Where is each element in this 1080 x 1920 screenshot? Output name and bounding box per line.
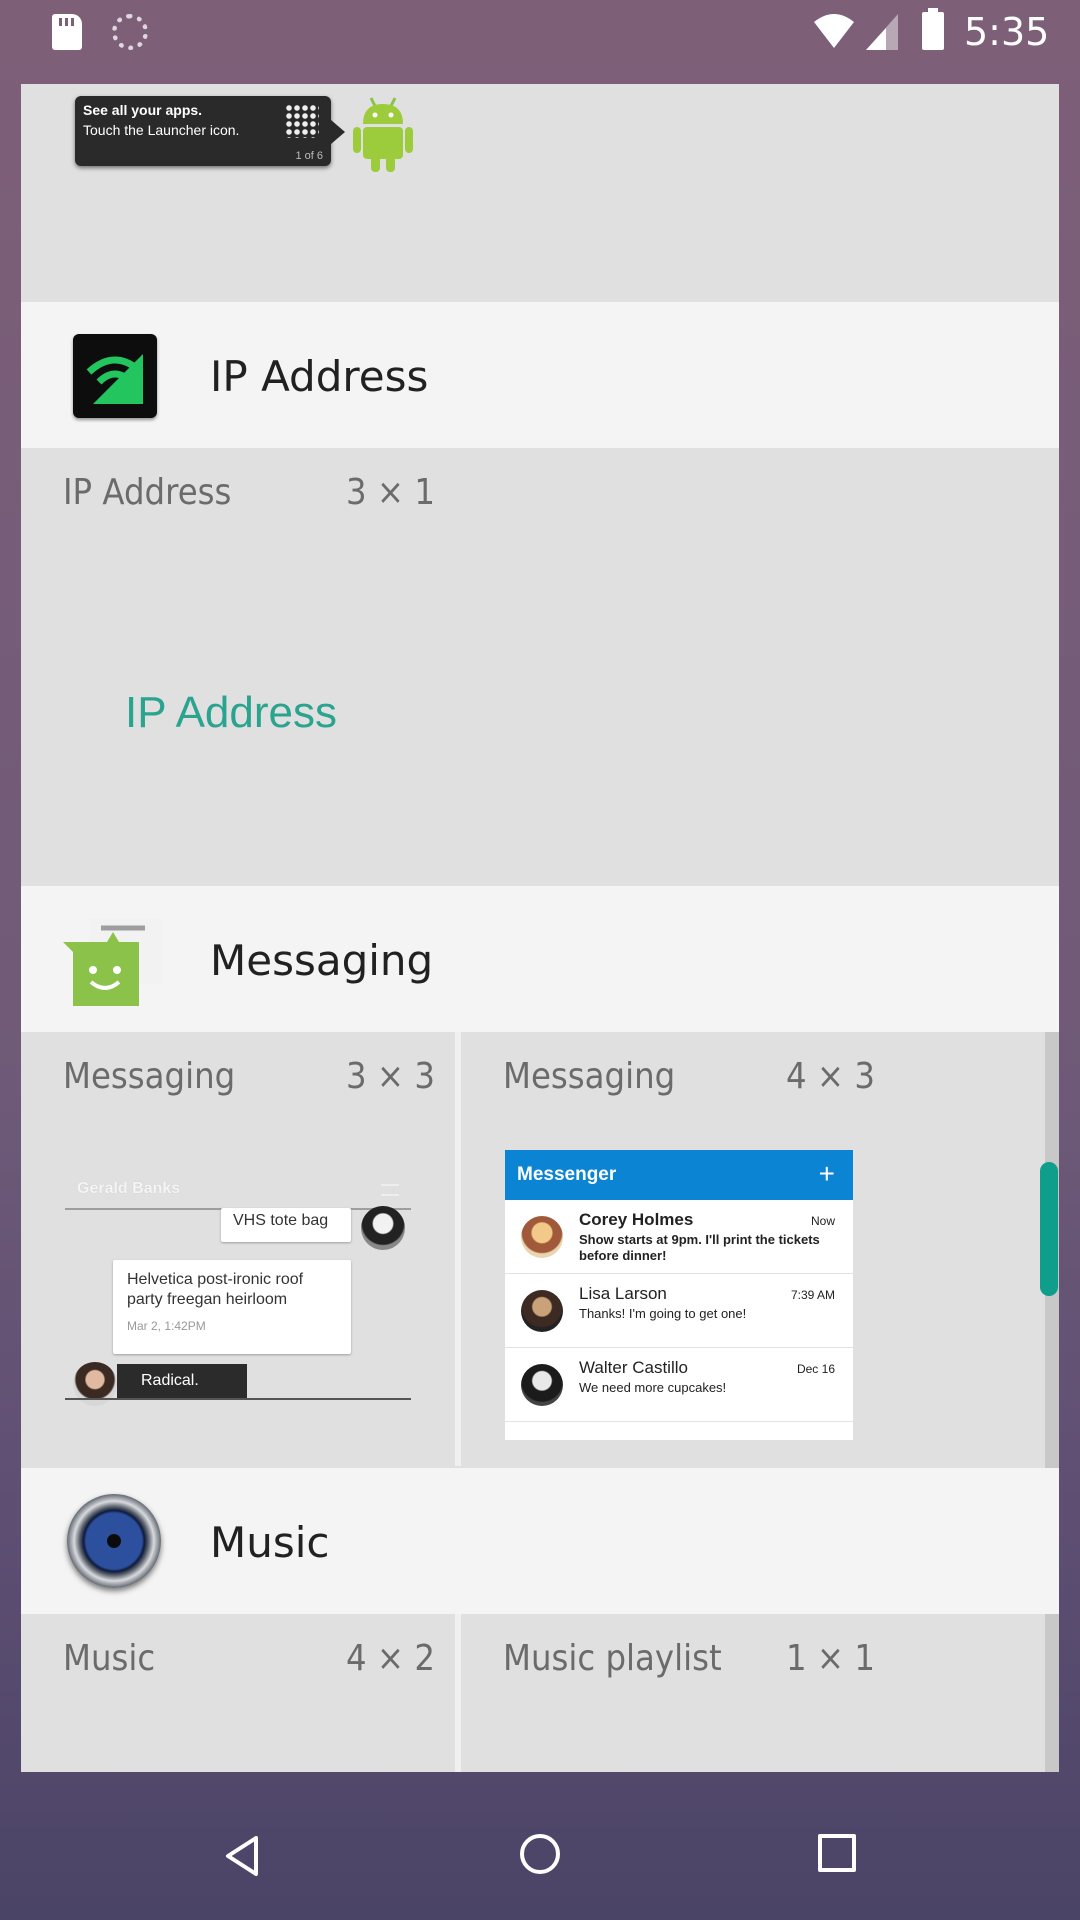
android-icon xyxy=(353,97,413,172)
thread-time: Dec 16 xyxy=(796,1362,835,1376)
widget-preview: Messenger + Corey Holmes Show starts at … xyxy=(505,1150,853,1440)
hint-title: See all your apps. xyxy=(83,102,203,118)
widget-size: 4 × 3 xyxy=(786,1056,875,1097)
sync-icon xyxy=(112,14,148,50)
avatar xyxy=(361,1206,405,1250)
thread-name: Walter Castillo xyxy=(579,1358,688,1377)
message-bubble: VHS tote bag xyxy=(221,1208,351,1242)
widget-messaging-3x3[interactable]: Messaging 3 × 3 Gerald Banks VHS tote ba… xyxy=(21,1032,455,1466)
chat-contact-name: Gerald Banks xyxy=(77,1180,181,1197)
music-icon xyxy=(67,1494,161,1588)
list-item: Lisa Larson Thanks! I'm going to get one… xyxy=(505,1274,853,1348)
signal-icon xyxy=(866,14,898,50)
app-title: IP Address xyxy=(210,352,429,401)
status-bar: 5:35 xyxy=(0,0,1080,66)
chat-header: Gerald Banks xyxy=(65,1172,411,1210)
home-icon[interactable] xyxy=(520,1834,560,1874)
divider xyxy=(65,1398,411,1400)
widget-size: 4 × 2 xyxy=(346,1638,435,1679)
ip-address-icon xyxy=(73,334,157,418)
recents-icon[interactable] xyxy=(818,1834,856,1872)
message-text: Helvetica post-ironic roof party freegan… xyxy=(127,1271,304,1308)
widget-name: Music xyxy=(63,1638,156,1679)
widget-list[interactable]: See all your apps. Touch the Launcher ic… xyxy=(21,84,1059,1772)
hint-counter: 1 of 6 xyxy=(295,150,323,162)
widget-ip-address[interactable]: IP Address 3 × 1 IP Address xyxy=(21,448,1059,888)
app-header-ip-address: IP Address xyxy=(21,302,1059,448)
hint-subtitle: Touch the Launcher icon. xyxy=(83,122,240,138)
thread-message: We need more cupcakes! xyxy=(579,1380,727,1395)
add-icon: + xyxy=(818,1158,835,1189)
back-icon[interactable] xyxy=(222,1834,262,1878)
sd-card-icon xyxy=(52,14,82,50)
app-title: Messaging xyxy=(210,936,434,985)
thread-time: 7:39 AM xyxy=(790,1288,835,1302)
battery-icon xyxy=(922,8,944,50)
widget-preview: Gerald Banks VHS tote bag Helvetica post… xyxy=(65,1172,411,1406)
thread-name: Corey Holmes xyxy=(579,1210,694,1229)
app-header-music: Music xyxy=(21,1468,1059,1614)
app-title: Music xyxy=(210,1518,330,1567)
scrollbar-thumb[interactable] xyxy=(1040,1162,1058,1296)
message-bubble: Helvetica post-ironic roof party freegan… xyxy=(113,1260,351,1354)
list-item: Walter Castillo We need more cupcakes! D… xyxy=(505,1348,853,1422)
message-timestamp: Mar 2, 1:42PM xyxy=(127,1319,206,1333)
thread-name: Lisa Larson xyxy=(579,1284,667,1303)
widget-size: 3 × 3 xyxy=(346,1056,435,1097)
widget-messaging-4x3[interactable]: Messaging 4 × 3 Messenger + Corey Holmes… xyxy=(461,1032,1045,1466)
messenger-title: Messenger xyxy=(517,1164,617,1185)
widget-music-playlist-1x1[interactable]: Music playlist 1 × 1 xyxy=(461,1614,1045,1772)
avatar xyxy=(521,1290,563,1332)
widget-name: Messaging xyxy=(63,1056,236,1097)
thread-message: Show starts at 9pm. I'll print the ticke… xyxy=(579,1232,820,1263)
clock: 5:35 xyxy=(964,10,1050,54)
widget-preview-text: IP Address xyxy=(125,688,337,737)
navigation-bar xyxy=(0,1784,1080,1920)
wifi-icon xyxy=(814,14,854,48)
launcher-grid-icon xyxy=(285,104,319,138)
list-item: Corey Holmes Show starts at 9pm. I'll pr… xyxy=(505,1200,853,1274)
widget-size: 3 × 1 xyxy=(346,472,435,513)
message-bubble: Radical. xyxy=(117,1364,247,1398)
avatar xyxy=(521,1364,563,1406)
avatar xyxy=(521,1216,563,1258)
menu-icon xyxy=(381,1184,399,1196)
widget-music-4x2[interactable]: Music 4 × 2 xyxy=(21,1614,455,1772)
widget-name: Music playlist xyxy=(503,1638,722,1679)
app-header-messaging: Messaging xyxy=(21,886,1059,1032)
messaging-icon xyxy=(63,918,161,1006)
launcher-hint-tooltip[interactable]: See all your apps. Touch the Launcher ic… xyxy=(75,96,345,166)
widget-size: 1 × 1 xyxy=(786,1638,875,1679)
launcher-hint-area: See all your apps. Touch the Launcher ic… xyxy=(21,84,1059,302)
widget-name: Messaging xyxy=(503,1056,676,1097)
thread-message: Thanks! I'm going to get one! xyxy=(579,1306,747,1321)
messenger-header: Messenger + xyxy=(505,1150,853,1200)
widget-name: IP Address xyxy=(63,472,232,513)
thread-time: Now xyxy=(810,1214,835,1228)
